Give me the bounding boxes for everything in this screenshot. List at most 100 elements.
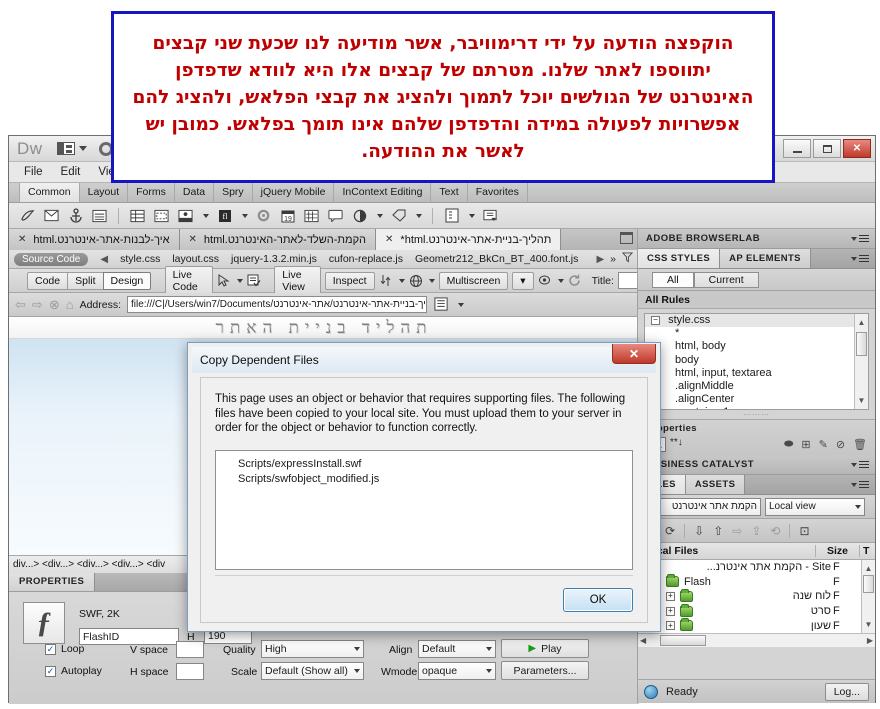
check-out-icon[interactable]: ⇨: [732, 524, 742, 538]
scroll-left-icon[interactable]: ◀: [640, 636, 646, 645]
comment-icon[interactable]: [327, 207, 344, 224]
put-files-icon[interactable]: ⇧: [713, 524, 723, 538]
scale-select[interactable]: Default (Show all): [261, 662, 364, 680]
chevron-down-icon[interactable]: [354, 647, 360, 651]
scroll-down-icon[interactable]: ▼: [862, 618, 875, 631]
new-css-rule-icon[interactable]: ⊞: [801, 438, 810, 451]
visual-aids-icon[interactable]: [538, 272, 552, 289]
related-file-font-js[interactable]: Geometr212_BkCn_BT_400.font.js: [415, 253, 578, 265]
panel-resize-grip[interactable]: ⋯⋯⋯: [638, 410, 875, 419]
close-button[interactable]: ✕: [843, 139, 871, 158]
browserlab-panel-header[interactable]: ADOBE BROWSERLAB: [638, 229, 875, 249]
script-icon[interactable]: [482, 207, 499, 224]
rule-row[interactable]: html, body: [645, 340, 868, 353]
insert-tab-forms[interactable]: Forms: [128, 183, 175, 202]
autoplay-checkbox[interactable]: ✓: [45, 665, 56, 677]
tag-chooser-icon[interactable]: [390, 207, 407, 224]
dependent-files-list[interactable]: Scripts/expressInstall.swf Scripts/swfob…: [215, 450, 633, 570]
flash-id-input[interactable]: FlashID: [79, 628, 179, 645]
overflow-icon[interactable]: »: [610, 253, 616, 265]
delete-property-icon[interactable]: 🗑: [853, 438, 867, 451]
synchronize-icon[interactable]: ⟲: [770, 524, 780, 538]
scroll-right-icon[interactable]: ▶: [596, 254, 604, 265]
widget-icon[interactable]: [255, 207, 272, 224]
panel-menu-icon[interactable]: [849, 475, 869, 494]
head-tag-icon[interactable]: [443, 207, 460, 224]
chevron-down-icon[interactable]: [486, 669, 492, 673]
close-icon[interactable]: ✕: [18, 234, 26, 245]
live-view-button[interactable]: Live View: [274, 265, 321, 296]
scrollbar-thumb[interactable]: [863, 575, 874, 593]
business-catalyst-panel-header[interactable]: BUSINESS CATALYST: [638, 455, 875, 475]
show-set-properties-icon[interactable]: **↓: [670, 437, 683, 448]
files-horizontal-scrollbar[interactable]: ◀ ▶: [638, 633, 875, 647]
visual-aids-dropdown-icon[interactable]: [557, 278, 564, 283]
play-button[interactable]: ▶ Play: [501, 639, 589, 658]
maximize-button[interactable]: [813, 139, 841, 158]
menu-item-edit[interactable]: Edit: [52, 164, 90, 180]
hspace-input[interactable]: [176, 663, 204, 680]
restore-down-icon[interactable]: [620, 232, 633, 244]
expand-icon[interactable]: +: [666, 621, 675, 631]
scroll-down-icon[interactable]: ▼: [855, 394, 868, 407]
local-files-list[interactable]: Site - הקמת אתר אינטרנ... F − Flash F + …: [638, 560, 875, 633]
scope-current-button[interactable]: Current: [693, 271, 759, 288]
forward-icon[interactable]: ⇨: [32, 297, 43, 313]
refresh-icon[interactable]: [568, 272, 582, 289]
collapse-icon[interactable]: −: [651, 315, 660, 325]
file-row[interactable]: + שעון F: [638, 618, 875, 633]
ok-button[interactable]: OK: [563, 588, 633, 612]
tab-properties[interactable]: PROPERTIES: [9, 573, 96, 591]
multiscreen-dropdown-button[interactable]: ▾: [512, 271, 534, 290]
related-file-layout-css[interactable]: layout.css: [172, 253, 219, 265]
close-icon[interactable]: ✕: [385, 234, 393, 245]
file-management-dropdown-icon[interactable]: [458, 302, 465, 307]
image-icon[interactable]: [177, 207, 194, 224]
rule-row[interactable]: .alignMiddle: [645, 380, 868, 393]
panel-menu-icon[interactable]: [849, 460, 869, 469]
tab-css-styles[interactable]: CSS STYLES: [638, 249, 721, 268]
loop-checkbox-row[interactable]: ✓ Loop: [45, 643, 84, 655]
multiscreen-button[interactable]: Multiscreen: [438, 271, 509, 290]
insert-tab-common[interactable]: Common: [19, 183, 80, 202]
media-dropdown-icon[interactable]: [242, 213, 248, 218]
date-icon[interactable]: 19: [279, 207, 296, 224]
insert-tab-favorites[interactable]: Favorites: [468, 183, 528, 202]
download-arrow-icon[interactable]: [379, 272, 393, 289]
loop-checkbox[interactable]: ✓: [45, 643, 56, 655]
expand-panel-icon[interactable]: ⊡: [799, 524, 809, 538]
address-input[interactable]: file:///C|/Users/win7/Documents/תהליך-בנ…: [127, 296, 428, 313]
document-tab-1[interactable]: איך-לבנות-אתר-אינטרנט.html ✕: [9, 229, 180, 250]
code-view-button[interactable]: Code: [27, 271, 68, 290]
tab-assets[interactable]: ASSETS: [685, 475, 746, 494]
insert-tab-incontext-editing[interactable]: InContext Editing: [334, 183, 432, 202]
file-row[interactable]: − Flash F: [638, 574, 875, 590]
attach-stylesheet-icon[interactable]: ⬬: [784, 438, 793, 451]
globe-dropdown-icon[interactable]: [428, 278, 435, 283]
email-link-icon[interactable]: [43, 207, 60, 224]
back-icon[interactable]: ⇦: [15, 297, 26, 313]
get-files-icon[interactable]: ⇩: [694, 524, 704, 538]
expand-icon[interactable]: +: [666, 591, 675, 601]
stop-icon[interactable]: ⊗: [49, 297, 60, 313]
rule-row[interactable]: html, input, textarea: [645, 367, 868, 380]
parameters-button[interactable]: Parameters...: [501, 661, 589, 680]
align-select[interactable]: Default: [418, 640, 496, 658]
validate-icon[interactable]: [247, 272, 261, 289]
scroll-left-icon[interactable]: ◀: [100, 254, 108, 265]
view-select[interactable]: Local view: [765, 497, 865, 516]
table-icon[interactable]: [129, 207, 146, 224]
tag-dropdown-icon[interactable]: [416, 213, 422, 218]
head-dropdown-icon[interactable]: [469, 213, 475, 218]
related-file-jquery[interactable]: jquery-1.3.2.min.js: [231, 253, 317, 265]
check-in-icon[interactable]: ⇪: [751, 524, 761, 538]
insert-tab-text[interactable]: Text: [431, 183, 468, 202]
contrast-icon[interactable]: [351, 207, 368, 224]
file-management-icon[interactable]: [433, 296, 450, 313]
panel-menu-icon[interactable]: [849, 234, 869, 243]
source-code-button[interactable]: Source Code: [14, 252, 89, 266]
autoplay-checkbox-row[interactable]: ✓ Autoplay: [45, 665, 102, 677]
anchor-icon[interactable]: [67, 207, 84, 224]
insert-tab-layout[interactable]: Layout: [80, 183, 129, 202]
files-vertical-scrollbar[interactable]: ▲ ▼: [861, 560, 875, 633]
